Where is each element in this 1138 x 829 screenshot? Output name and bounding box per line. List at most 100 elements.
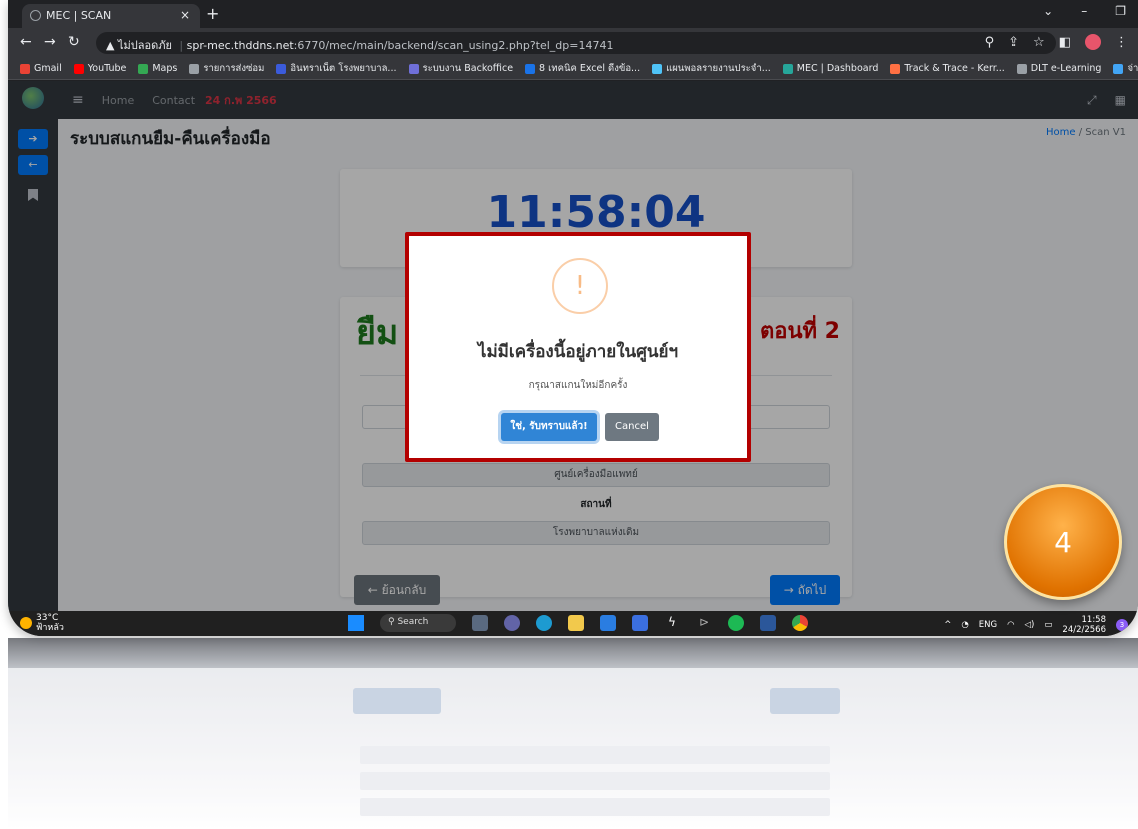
restore-icon[interactable]: ❐ xyxy=(1115,4,1126,18)
reflection-next-button xyxy=(770,688,840,714)
chrome-icon[interactable] xyxy=(792,615,808,631)
forward-arrow-icon[interactable]: → xyxy=(44,34,56,50)
new-tab-button[interactable]: + xyxy=(206,4,219,23)
task-view-icon[interactable] xyxy=(472,615,488,631)
app-lightning-icon[interactable]: ϟ xyxy=(664,615,680,631)
close-tab-icon[interactable]: × xyxy=(180,8,190,22)
taskbar-search-label: Search xyxy=(397,617,429,627)
bookmark-item[interactable]: อินทราเน็ต โรงพยาบาล... xyxy=(276,61,397,76)
bookmark-favicon-icon xyxy=(782,63,793,74)
bookmark-label: Track & Trace - Kerr... xyxy=(904,63,1005,74)
bookmark-favicon-icon xyxy=(20,63,30,74)
bookmark-item[interactable]: Maps xyxy=(138,63,177,74)
taskbar-search[interactable]: ⚲ Search xyxy=(380,614,456,632)
reflection-back-button xyxy=(353,688,441,714)
browser-window: MEC | SCAN × + ⌄ – ❐ ← → ↻ ▲ ไม่ปลอดภัย … xyxy=(8,0,1138,636)
weather-icon xyxy=(20,617,32,629)
bookmark-favicon-icon xyxy=(138,63,149,74)
taskbar: 33°C ฟ้าหลัว ⚲ Search ϟ ⊳ ^ ◔ ENG ◠ ◁) ▭ xyxy=(8,611,1138,636)
menu-kebab-icon[interactable]: ⋮ xyxy=(1115,35,1128,50)
bookmark-label: รายการส่งซ่อม xyxy=(203,63,265,74)
bookmark-favicon-icon xyxy=(73,63,84,74)
bookmark-item[interactable]: Track & Trace - Kerr... xyxy=(890,63,1005,74)
bookmark-item[interactable]: MEC | Dashboard xyxy=(782,63,879,74)
minimize-icon[interactable]: – xyxy=(1081,4,1087,18)
bookmark-favicon-icon xyxy=(1016,63,1027,74)
warning-icon: ! xyxy=(552,258,608,314)
tab-strip: MEC | SCAN × + ⌄ – ❐ xyxy=(8,0,1138,28)
not-secure-label[interactable]: ▲ ไม่ปลอดภัย xyxy=(106,39,172,52)
bookmark-item[interactable]: รายการส่งซ่อม xyxy=(189,61,264,76)
store-icon[interactable] xyxy=(632,615,648,631)
star-icon[interactable]: ☆ xyxy=(1033,35,1045,50)
bookmark-label: อินทราเน็ต โรงพยาบาล... xyxy=(290,63,397,74)
battery-icon[interactable]: ▭ xyxy=(1044,620,1052,630)
bookmark-item[interactable]: YouTube xyxy=(73,63,127,74)
alert-title: ไม่มีเครื่องนี้อยู่ภายในศูนย์ฯ xyxy=(477,342,679,362)
bookmark-favicon-icon xyxy=(408,63,419,74)
bookmark-label: YouTube xyxy=(87,63,127,74)
chevron-down-icon[interactable]: ⌄ xyxy=(1043,4,1053,18)
word-icon[interactable] xyxy=(760,615,776,631)
zoom-icon[interactable]: ⚲ xyxy=(985,35,995,50)
bookmark-favicon-icon xyxy=(890,63,901,74)
windows-start-icon[interactable] xyxy=(348,615,364,631)
bookmark-favicon-icon xyxy=(189,63,200,74)
reflection-field xyxy=(360,746,830,764)
address-bar[interactable]: ▲ ไม่ปลอดภัย | spr-mec.thddns.net:6770/m… xyxy=(96,32,1056,54)
step-number-badge: 4 xyxy=(1004,484,1122,600)
bookmarks-bar: Gmail YouTube Maps รายการส่งซ่อม อินทราเน็ต … xyxy=(8,58,1138,80)
url-host: spr-mec.thddns.net xyxy=(186,39,294,52)
bookmark-item[interactable]: แผนพอลรายงานประจำ... xyxy=(652,61,771,76)
bookmark-favicon-icon xyxy=(1113,63,1124,74)
wifi-icon[interactable]: ◠ xyxy=(1007,620,1014,630)
taskbar-date: 24/2/2566 xyxy=(1062,625,1106,635)
reflection-taskbar xyxy=(8,638,1138,668)
bookmark-favicon-icon xyxy=(276,63,287,74)
cancel-button[interactable]: Cancel xyxy=(605,413,659,441)
chat-icon[interactable] xyxy=(504,615,520,631)
language-indicator[interactable]: ENG xyxy=(979,620,997,630)
bookmark-item[interactable]: DLT e-Learning xyxy=(1016,63,1102,74)
reflection-field xyxy=(360,772,830,790)
globe-icon xyxy=(30,10,41,21)
edge-icon[interactable] xyxy=(536,615,552,631)
bookmark-item[interactable]: ระบบงาน Backoffice xyxy=(408,61,514,76)
window-controls: ⌄ – ❐ xyxy=(1043,4,1126,18)
bookmark-favicon-icon xyxy=(652,63,663,74)
taskbar-clock[interactable]: 11:58 24/2/2566 xyxy=(1062,615,1106,635)
bookmark-label: DLT e-Learning xyxy=(1030,63,1102,74)
reload-icon[interactable]: ↻ xyxy=(68,34,80,50)
bookmark-label: 8 เทคนิค Excel ดีงข้อ... xyxy=(539,63,641,74)
share-icon[interactable]: ⇪ xyxy=(1008,35,1019,50)
mail-icon[interactable] xyxy=(600,615,616,631)
bookmark-label: จ่ายกลาง xyxy=(1127,63,1138,74)
browser-toolbar: ← → ↻ ▲ ไม่ปลอดภัย | spr-mec.thddns.net:… xyxy=(8,28,1138,58)
sidepanel-icon[interactable]: ◧ xyxy=(1059,35,1071,50)
notification-badge[interactable]: 3 xyxy=(1116,619,1128,631)
system-tray: ^ ◔ ENG ◠ ◁) ▭ 11:58 24/2/2566 3 xyxy=(944,615,1128,635)
file-explorer-icon[interactable] xyxy=(568,615,584,631)
url-path: :6770/mec/main/backend/scan_using2.php?t… xyxy=(293,39,614,52)
bookmark-label: Gmail xyxy=(34,63,62,74)
weather-widget[interactable]: 33°C ฟ้าหลัว xyxy=(20,613,64,633)
tray-chevron-icon[interactable]: ^ xyxy=(944,620,951,630)
taskbar-apps: ⚲ Search ϟ ⊳ xyxy=(348,614,808,632)
bookmark-item[interactable]: Gmail xyxy=(20,63,62,74)
app-pin-icon[interactable]: ⊳ xyxy=(696,615,712,631)
volume-icon[interactable]: ◁) xyxy=(1025,620,1035,630)
profile-avatar[interactable] xyxy=(1085,34,1101,50)
bookmark-label: ระบบงาน Backoffice xyxy=(422,63,514,74)
spotify-icon[interactable] xyxy=(728,615,744,631)
reflection-field xyxy=(360,798,830,816)
tab-mec-scan[interactable]: MEC | SCAN × xyxy=(22,4,200,28)
back-arrow-icon[interactable]: ← xyxy=(20,34,32,50)
bookmark-item[interactable]: 8 เทคนิค Excel ดีงข้อ... xyxy=(525,61,640,76)
network-icon[interactable]: ◔ xyxy=(961,620,968,630)
screen-reflection xyxy=(8,638,1138,829)
confirm-button[interactable]: ใช่, รับทราบแล้ว! xyxy=(501,413,597,441)
bookmark-label: Maps xyxy=(152,63,178,74)
bookmark-favicon-icon xyxy=(525,63,536,74)
bookmark-item[interactable]: จ่ายกลาง xyxy=(1113,61,1138,76)
bookmark-label: MEC | Dashboard xyxy=(796,63,879,74)
